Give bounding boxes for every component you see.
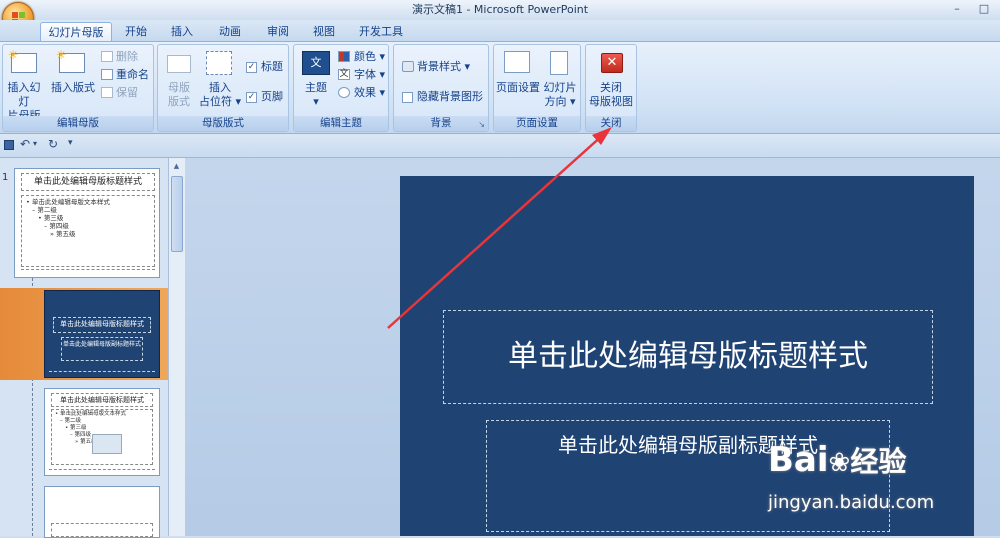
watermark-logo: Bai❀经验 bbox=[768, 440, 907, 480]
watermark-url: jingyan.baidu.com bbox=[768, 492, 935, 513]
annotation-arrow-line bbox=[387, 133, 605, 329]
paw-icon: ❀ bbox=[828, 448, 851, 478]
